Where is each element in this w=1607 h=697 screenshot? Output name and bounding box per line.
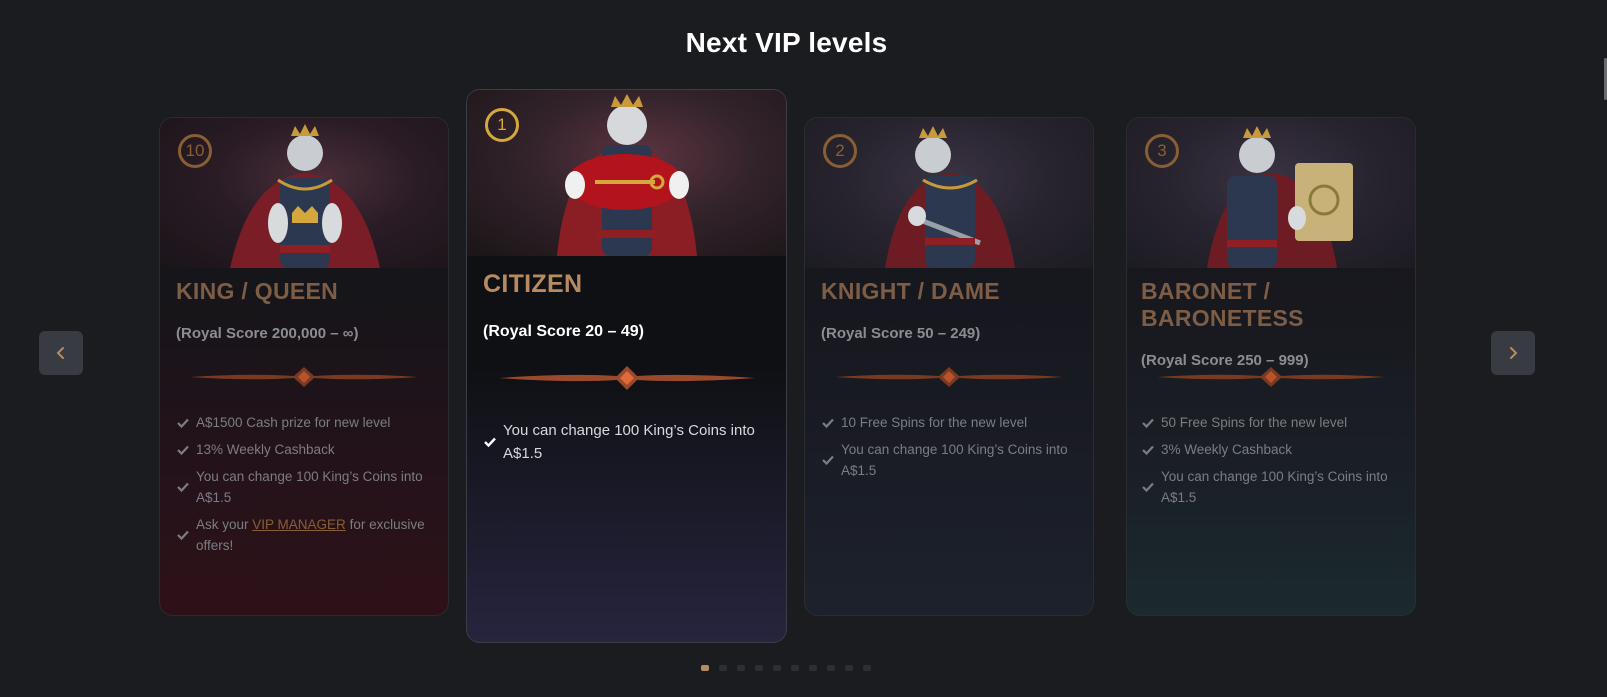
benefit-item: 10 Free Spins for the new level	[821, 412, 1081, 433]
ornament-divider	[1157, 367, 1385, 387]
scrollbar[interactable]	[1590, 0, 1607, 697]
king-illustration: 10	[160, 118, 448, 268]
pagination-dot[interactable]	[773, 665, 781, 671]
page-title: Next VIP levels	[685, 27, 888, 58]
royal-score: (Royal Score 20 – 49)	[483, 323, 644, 340]
benefit-item: Ask your VIP MANAGER for exclusive offer…	[176, 514, 436, 556]
carousel-pagination	[701, 665, 871, 671]
royal-score: (Royal Score 200,000 – ∞)	[176, 325, 359, 342]
vip-card-baronet-baronetess[interactable]: 3 BARONET / BARONETESS (Royal Score 250 …	[1126, 117, 1416, 616]
vip-card-king-queen[interactable]: 10 KING / QUEEN (Royal Score 200,000 – ∞…	[159, 117, 449, 616]
royal-score: (Royal Score 50 – 249)	[821, 325, 981, 342]
ornament-divider	[190, 367, 418, 387]
benefit-item: A$1500 Cash prize for new level	[176, 412, 436, 433]
level-name: KNIGHT / DAME	[821, 278, 1000, 304]
pagination-dot[interactable]	[755, 665, 763, 671]
pagination-dot[interactable]	[809, 665, 817, 671]
check-icon	[1142, 445, 1154, 455]
pagination-dot[interactable]	[719, 665, 727, 671]
check-icon	[177, 530, 189, 541]
level-name: CITIZEN	[483, 270, 583, 298]
pagination-dot[interactable]	[845, 665, 853, 671]
check-icon	[177, 418, 189, 428]
check-icon	[484, 437, 496, 448]
vip-card-citizen[interactable]: 1 CITIZEN (Royal Score 20 – 49) You can …	[466, 89, 787, 643]
benefit-item: You can change 100 King’s Coins into A$1…	[483, 419, 770, 465]
check-icon	[1142, 418, 1154, 428]
next-button[interactable]	[1491, 331, 1535, 375]
level-badge: 2	[823, 134, 857, 168]
pagination-dot[interactable]	[737, 665, 745, 671]
benefit-item: 3% Weekly Cashback	[1141, 439, 1403, 460]
pagination-dot[interactable]	[701, 665, 709, 671]
level-badge: 3	[1145, 134, 1179, 168]
knight-illustration: 2	[805, 118, 1093, 268]
baronet-illustration: 3	[1127, 118, 1415, 268]
prev-button[interactable]	[39, 331, 83, 375]
vip-manager-link[interactable]: VIP MANAGER	[252, 517, 346, 532]
check-icon	[822, 418, 834, 428]
check-icon	[177, 445, 189, 455]
pagination-dot[interactable]	[863, 665, 871, 671]
benefit-item: 13% Weekly Cashback	[176, 439, 436, 460]
level-badge: 10	[178, 134, 212, 168]
chevron-right-icon	[1510, 347, 1518, 359]
vip-card-knight-dame[interactable]: 2 KNIGHT / DAME (Royal Score 50 – 249) 1…	[804, 117, 1094, 616]
citizen-illustration: 1	[467, 90, 786, 256]
ornament-divider	[835, 367, 1063, 387]
chevron-left-icon	[56, 347, 64, 359]
benefit-item: You can change 100 King’s Coins into A$1…	[176, 466, 436, 508]
check-icon	[1142, 482, 1154, 493]
benefit-item: You can change 100 King’s Coins into A$1…	[1141, 466, 1403, 508]
pagination-dot[interactable]	[791, 665, 799, 671]
benefit-item: 50 Free Spins for the new level	[1141, 412, 1403, 433]
pagination-dot[interactable]	[827, 665, 835, 671]
check-icon	[177, 482, 189, 493]
check-icon	[822, 455, 834, 466]
benefit-item: You can change 100 King’s Coins into A$1…	[821, 439, 1081, 481]
ornament-divider	[499, 366, 755, 390]
level-badge: 1	[485, 108, 519, 142]
level-name: KING / QUEEN	[176, 278, 339, 304]
level-name: BARONET / BARONETESS	[1141, 278, 1304, 331]
